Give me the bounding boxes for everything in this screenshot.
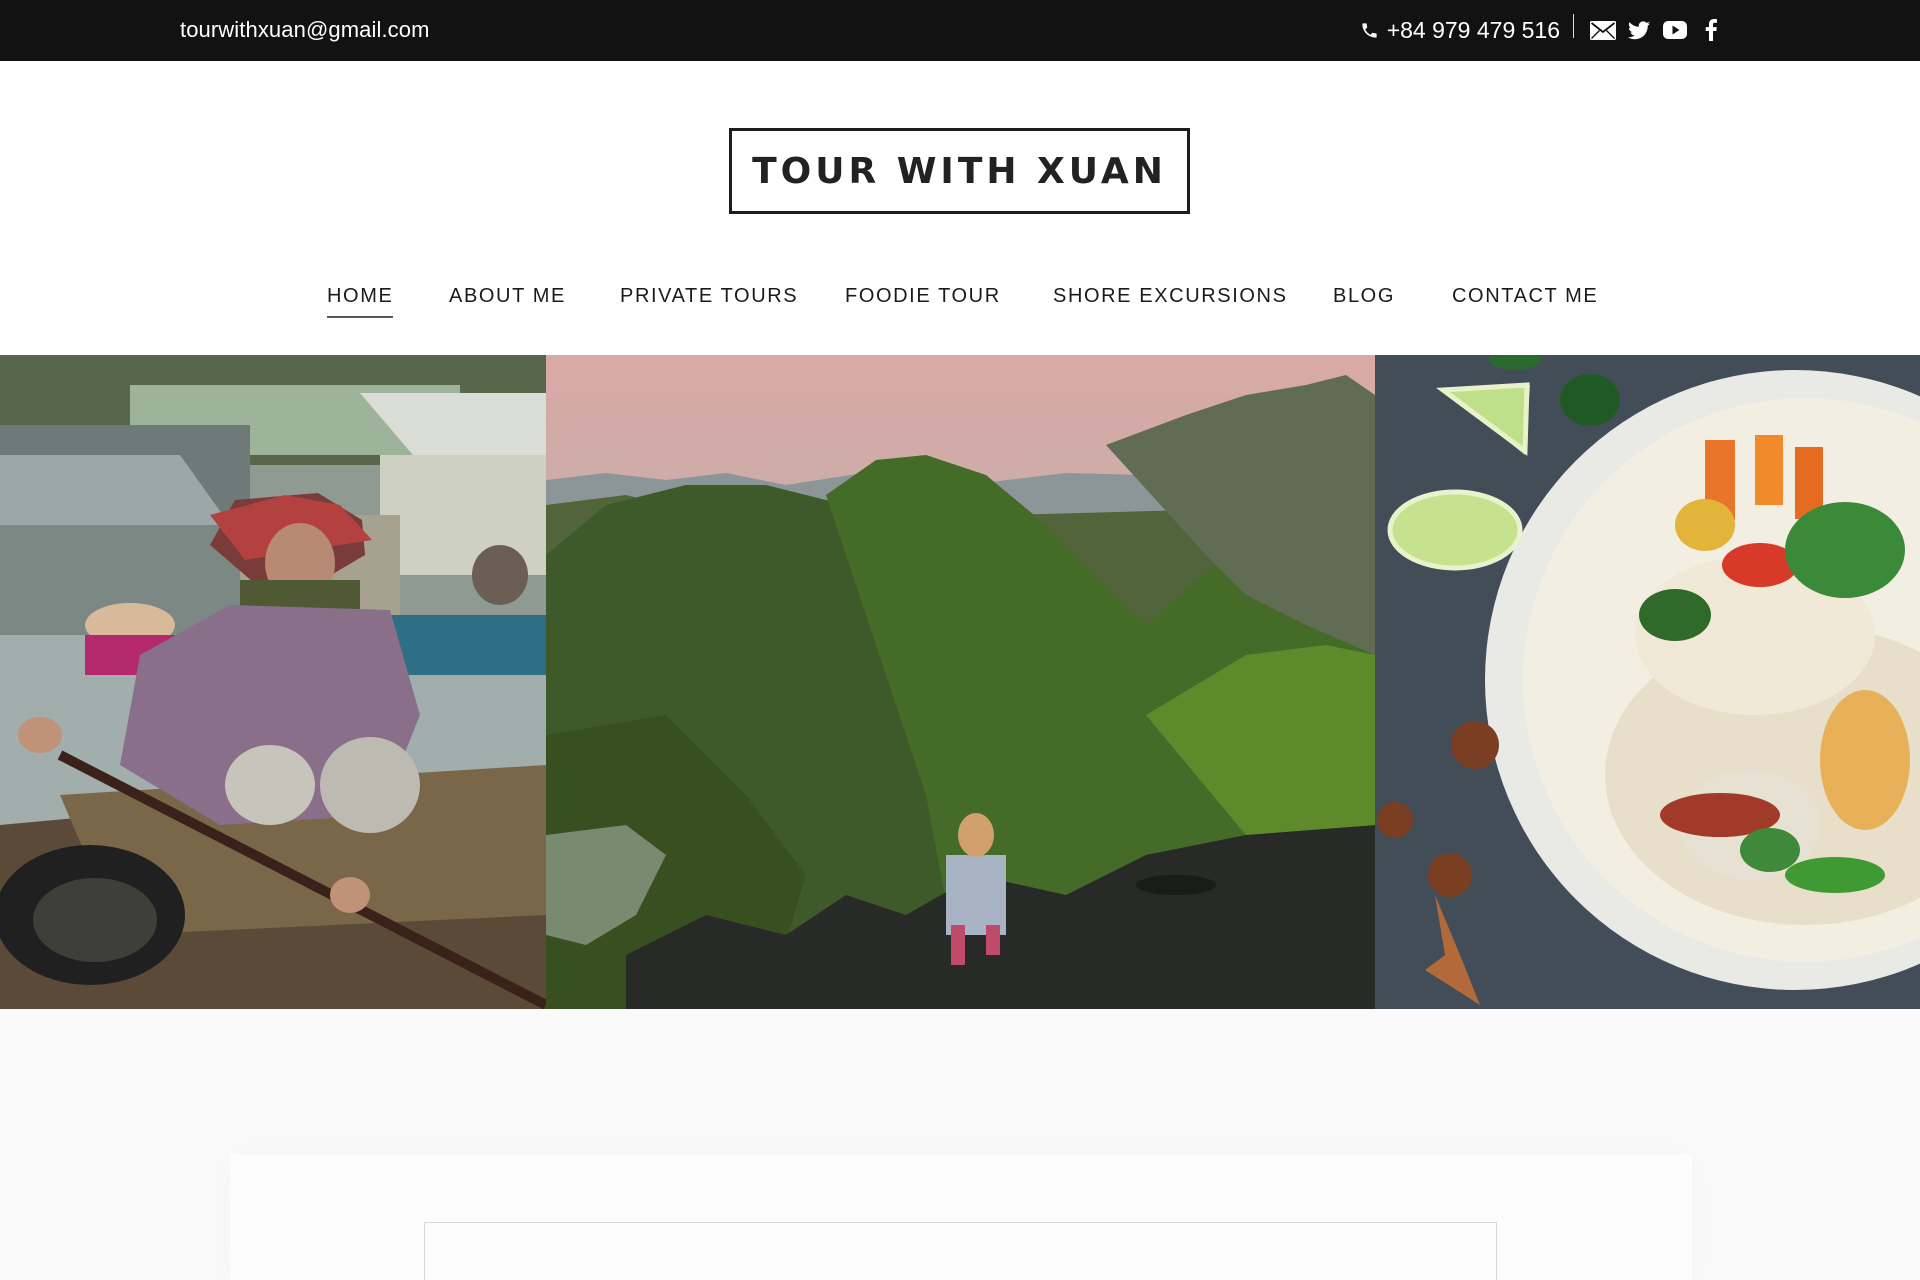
contact-group: +84 979 479 516 bbox=[1360, 12, 1724, 48]
youtube-icon bbox=[1663, 21, 1687, 39]
nav-item-home[interactable]: HOME bbox=[327, 285, 394, 318]
facebook-icon bbox=[1705, 19, 1717, 41]
nav-item-blog[interactable]: BLOG bbox=[1333, 285, 1395, 308]
nav-item-private-tours[interactable]: PRIVATE TOURS bbox=[620, 285, 798, 308]
woman-rowing-boat-photo[interactable] bbox=[0, 355, 546, 1009]
twitter-button[interactable] bbox=[1626, 17, 1652, 43]
content-box bbox=[424, 1222, 1497, 1280]
noodle-soup-photo[interactable] bbox=[1375, 355, 1920, 1009]
mail-icon bbox=[1590, 20, 1616, 40]
phone-number: +84 979 479 516 bbox=[1386, 16, 1560, 43]
email-link[interactable]: tourwithxuan@gmail.com bbox=[180, 17, 430, 43]
nav-item-about-me[interactable]: ABOUT ME bbox=[449, 285, 566, 308]
phone-icon bbox=[1362, 22, 1377, 38]
phone-link[interactable]: +84 979 479 516 bbox=[1360, 17, 1560, 44]
youtube-button[interactable] bbox=[1662, 17, 1688, 43]
nav-item-shore-excursions[interactable]: SHORE EXCURSIONS bbox=[1053, 285, 1288, 308]
divider bbox=[1573, 14, 1574, 38]
content-section bbox=[0, 1009, 1920, 1280]
twitter-icon bbox=[1628, 20, 1650, 39]
logo-text: TOUR WITH XUAN bbox=[752, 150, 1167, 192]
facebook-button[interactable] bbox=[1698, 17, 1724, 43]
mail-button[interactable] bbox=[1590, 17, 1616, 43]
social-links bbox=[1590, 17, 1724, 43]
karst-mountains-photo[interactable] bbox=[546, 355, 1375, 1009]
nav-item-foodie-tour[interactable]: FOODIE TOUR bbox=[845, 285, 1001, 308]
nav-item-contact-me[interactable]: CONTACT ME bbox=[1452, 285, 1598, 308]
top-bar: tourwithxuan@gmail.com +84 979 479 516 bbox=[0, 0, 1920, 61]
main-nav: HOME ABOUT ME PRIVATE TOURS FOODIE TOUR … bbox=[0, 285, 1920, 325]
site-logo[interactable]: TOUR WITH XUAN bbox=[729, 128, 1190, 214]
hero-gallery bbox=[0, 355, 1920, 1009]
